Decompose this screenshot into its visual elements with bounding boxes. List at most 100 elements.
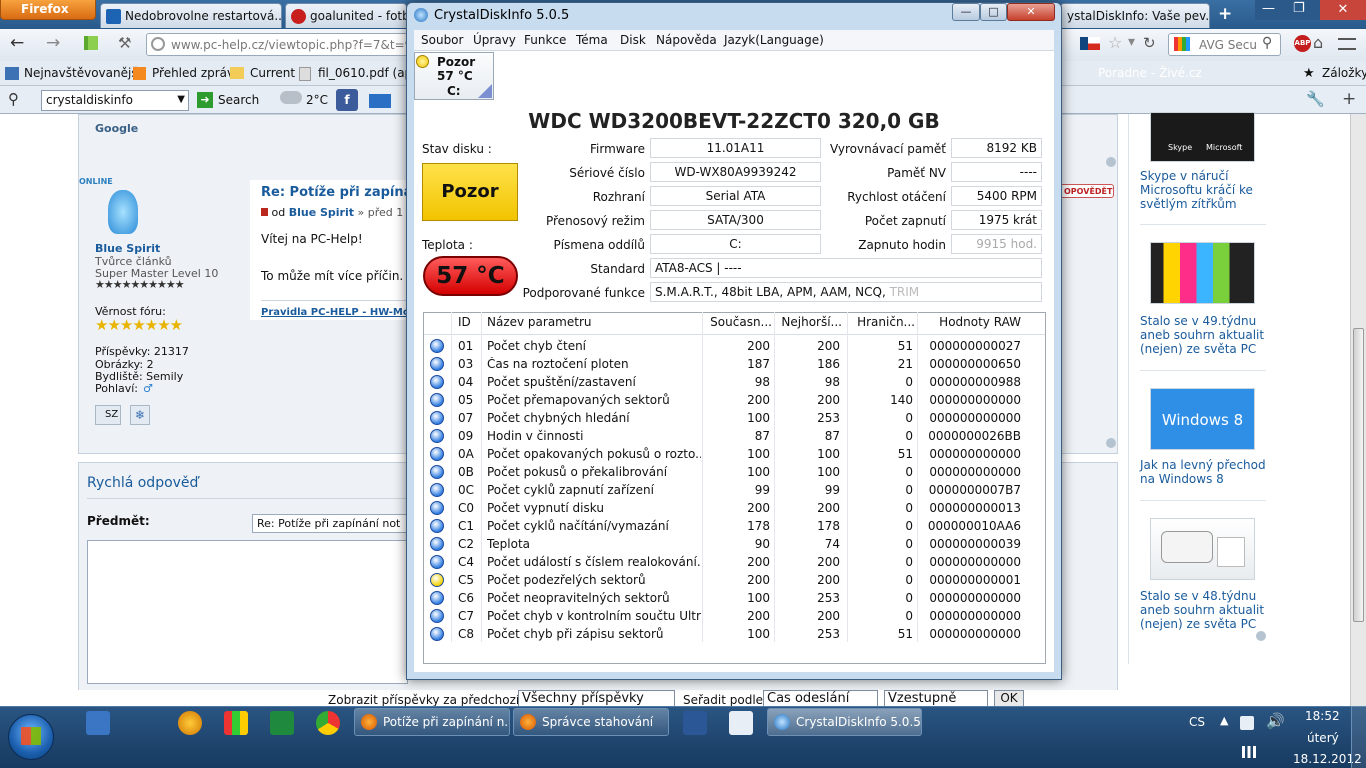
smart-row[interactable]: C4 Počet událostí s číslem realokování...… bbox=[424, 553, 1045, 571]
scrollbar-thumb[interactable] bbox=[1353, 328, 1364, 622]
column-header-threshold[interactable]: Hraničn... bbox=[849, 315, 915, 335]
signature-links[interactable]: Pravidla PC-HELP - HW-Monit bbox=[261, 307, 425, 318]
scroll-top-icon[interactable] bbox=[1106, 438, 1116, 448]
clock-day[interactable]: úterý bbox=[1307, 731, 1339, 745]
bookmark-poradne[interactable]: Poradne - Živé.cz bbox=[1098, 66, 1202, 80]
bookmarks-menu[interactable]: Záložky bbox=[1322, 66, 1366, 80]
close-icon[interactable]: ✕ bbox=[1320, 0, 1366, 20]
new-tab-icon[interactable]: + bbox=[1218, 4, 1232, 24]
smart-row[interactable]: 09 Hodin v činnosti 87 87 0 0000000026BB bbox=[424, 427, 1045, 445]
adblock-icon[interactable]: ABP bbox=[1294, 35, 1311, 52]
smart-row[interactable]: C1 Počet cyklů načítání/vymazání 178 178 0 00… bbox=[424, 517, 1045, 535]
page-scrollbar[interactable] bbox=[1350, 114, 1366, 706]
search-go-icon[interactable]: ➜ bbox=[197, 92, 213, 108]
smart-row[interactable]: 07 Počet chybných hledání 100 253 0 000000000… bbox=[424, 409, 1045, 427]
news-thumbnail[interactable]: Skype Microsoft bbox=[1150, 112, 1255, 162]
language-indicator[interactable]: CS bbox=[1189, 715, 1205, 729]
menu-language[interactable]: Jazyk(Language) bbox=[724, 33, 824, 47]
icq-icon[interactable]: ❄ bbox=[130, 405, 150, 425]
bookmark-most-visited[interactable]: Nejnavštěvovanější bbox=[24, 66, 141, 80]
minimize-button[interactable]: — bbox=[952, 3, 980, 21]
column-header-current[interactable]: Současn... bbox=[704, 315, 772, 335]
add-icon[interactable]: + bbox=[1342, 89, 1356, 109]
bookmark-news[interactable]: Přehled zpráv bbox=[152, 66, 234, 80]
bookmark-pdf[interactable]: fil_0610.pdf (app bbox=[318, 66, 408, 80]
menu-icon[interactable] bbox=[1338, 38, 1356, 50]
maximize-icon[interactable]: ❐ bbox=[1293, 1, 1305, 16]
smart-row[interactable]: C7 Počet chyb v kontrolním součtu Ultr...… bbox=[424, 607, 1045, 625]
site-identity-icon[interactable] bbox=[151, 37, 165, 51]
bookmark-star-icon[interactable]: ☆ bbox=[1108, 33, 1122, 52]
forward-icon[interactable]: → bbox=[46, 33, 60, 53]
smart-row[interactable]: C0 Počet vypnutí disku 200 200 0 000000000013 bbox=[424, 499, 1045, 517]
scroll-top-icon[interactable] bbox=[1106, 157, 1116, 167]
device-icon[interactable] bbox=[1240, 716, 1254, 730]
minimize-icon[interactable]: — bbox=[1262, 1, 1275, 16]
menu-theme[interactable]: Téma bbox=[576, 33, 608, 47]
smart-row[interactable]: C6 Počet neopravitelných sektorů 100 253 0 00… bbox=[424, 589, 1045, 607]
scroll-top-icon[interactable] bbox=[1256, 631, 1266, 641]
news-link[interactable]: Stalo se v 48.týdnu aneb souhrn aktualit… bbox=[1140, 589, 1270, 631]
chevron-down-icon[interactable]: ▼ bbox=[177, 94, 185, 105]
speed-indicator-icon[interactable] bbox=[84, 36, 98, 50]
menu-file[interactable]: Soubor bbox=[421, 33, 463, 47]
firefox-menu-button[interactable]: Firefox bbox=[0, 0, 96, 20]
search-button[interactable]: Search bbox=[218, 93, 259, 107]
clock-time[interactable]: 18:52 bbox=[1305, 709, 1340, 723]
news-thumbnail[interactable] bbox=[1150, 518, 1255, 580]
column-header-raw[interactable]: Hodnoty RAW bbox=[919, 315, 1021, 335]
excel-icon[interactable] bbox=[270, 711, 294, 735]
mail-icon[interactable] bbox=[369, 94, 391, 108]
column-header-worst[interactable]: Nejhorší... bbox=[776, 315, 842, 335]
menu-help[interactable]: Nápověda bbox=[656, 33, 717, 47]
home-icon[interactable]: ⌂ bbox=[1313, 33, 1323, 52]
search-icon[interactable]: ⚲ bbox=[1262, 35, 1272, 51]
smart-row[interactable]: 01 Počet chyb čtení 200 200 51 000000000027 bbox=[424, 337, 1045, 355]
taskbar-firefox-task[interactable]: Potíže při zapínání n... bbox=[354, 708, 510, 736]
reply-button[interactable]: OPOVĚDĚT bbox=[1060, 184, 1114, 198]
back-icon[interactable]: ← bbox=[10, 33, 24, 53]
post-title[interactable]: Re: Potíže při zapína bbox=[261, 185, 412, 200]
word-icon[interactable] bbox=[683, 711, 707, 735]
browser-tab-goalunited[interactable]: goalunited - fotba bbox=[285, 3, 407, 28]
smart-row[interactable]: 0A Počet opakovaných pokusů o rozto... 100… bbox=[424, 445, 1045, 463]
taskbar-crystaldiskinfo-task[interactable]: CrystalDiskInfo 5.0.5 bbox=[767, 708, 922, 736]
tools-icon[interactable]: ⚒ bbox=[118, 34, 131, 52]
browser-tab-pc-help[interactable]: Nedobrovolne restartová... bbox=[100, 3, 282, 28]
games-icon[interactable] bbox=[224, 711, 248, 735]
facebook-icon[interactable]: f bbox=[336, 89, 358, 111]
dropdown-arrow-icon[interactable]: ▾ bbox=[1128, 34, 1135, 50]
news-thumbnail[interactable]: Windows 8 bbox=[1150, 388, 1255, 450]
word-pad-icon[interactable] bbox=[86, 711, 110, 735]
smart-row[interactable]: 03 Čas na roztočení ploten 187 186 21 0000000… bbox=[424, 355, 1045, 373]
news-link[interactable]: Jak na levný přechod na Windows 8 bbox=[1140, 458, 1270, 486]
menu-edit[interactable]: Úpravy bbox=[473, 33, 516, 47]
chrome-icon[interactable] bbox=[316, 711, 340, 735]
column-header-name[interactable]: Název parametru bbox=[487, 315, 697, 335]
smart-row[interactable]: C2 Teplota 90 74 0 000000000039 bbox=[424, 535, 1045, 553]
smart-row[interactable]: 05 Počet přemapovaných sektorů 200 200 140 00… bbox=[424, 391, 1045, 409]
url-bar[interactable]: www.pc-help.cz/viewtopic.php?f=7&t=9884 bbox=[146, 33, 408, 56]
news-thumbnail[interactable] bbox=[1150, 242, 1255, 304]
author-name[interactable]: Blue Spirit bbox=[95, 242, 160, 255]
news-link[interactable]: Skype v náručí Microsoftu kráčí ke světl… bbox=[1140, 169, 1270, 211]
menu-function[interactable]: Funkce bbox=[524, 33, 566, 47]
close-button[interactable]: ✕ bbox=[1007, 3, 1055, 21]
notepad-icon[interactable] bbox=[729, 711, 753, 735]
smart-row[interactable]: 0C Počet cyklů zapnutí zařízení 99 99 0 00000… bbox=[424, 481, 1045, 499]
browser-tab-crystaldiskinfo[interactable]: ystalDiskInfo: Vaše pev... bbox=[1060, 3, 1210, 28]
wrench-icon[interactable]: 🔧 bbox=[1306, 90, 1325, 108]
volume-icon[interactable]: 🔊 bbox=[1266, 712, 1285, 730]
subject-input[interactable]: Re: Potíže při zapínání not bbox=[252, 514, 408, 533]
toolbar-search-input[interactable]: crystaldiskinfo ▼ bbox=[41, 90, 189, 111]
network-icon[interactable] bbox=[1242, 746, 1256, 758]
show-desktop-button[interactable] bbox=[1351, 706, 1366, 768]
post-meta-author[interactable]: Blue Spirit bbox=[289, 206, 354, 219]
menu-disk[interactable]: Disk bbox=[620, 33, 646, 47]
smart-row[interactable]: C8 Počet chyb při zápisu sektorů 100 253 51 0… bbox=[424, 625, 1045, 643]
bookmark-current[interactable]: Current bbox=[250, 66, 295, 80]
reload-icon[interactable]: ↻ bbox=[1143, 34, 1156, 52]
smart-row[interactable]: 0B Počet pokusů o překalibrování 100 100 0 00… bbox=[424, 463, 1045, 481]
private-message-button[interactable]: SZ bbox=[95, 405, 121, 425]
temperature-indicator[interactable]: 57 °C bbox=[423, 256, 518, 296]
